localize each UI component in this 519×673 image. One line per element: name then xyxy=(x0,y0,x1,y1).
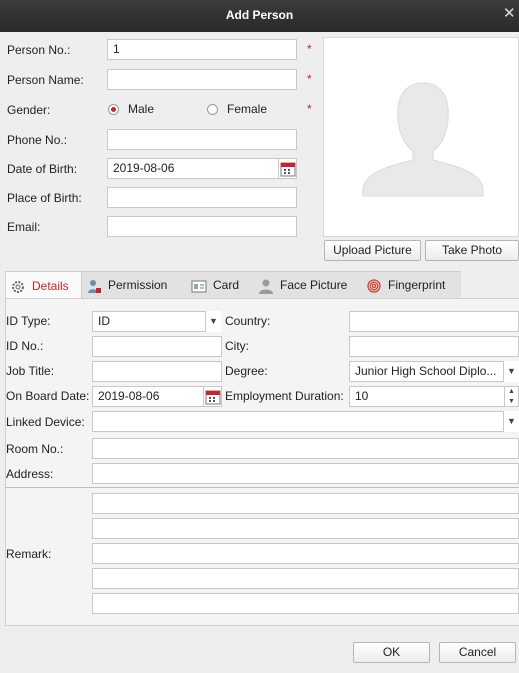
phone-input[interactable] xyxy=(107,129,297,150)
tab-label: Card xyxy=(213,278,240,292)
remark-line-5[interactable] xyxy=(92,593,519,614)
window-title: Add Person xyxy=(225,8,294,22)
gender-female-label[interactable]: Female xyxy=(227,102,267,116)
required-mark: * xyxy=(307,42,312,56)
photo-preview xyxy=(323,37,519,237)
required-mark: * xyxy=(307,72,312,86)
address-label: Address: xyxy=(6,467,54,481)
city-input[interactable] xyxy=(349,336,519,357)
remark-label: Remark: xyxy=(6,547,52,561)
pob-input[interactable] xyxy=(107,187,297,208)
person-silhouette-icon xyxy=(362,82,484,197)
person-no-label: Person No.: xyxy=(7,43,71,57)
linked-device-label: Linked Device: xyxy=(6,415,85,429)
gender-male-radio[interactable] xyxy=(108,104,119,115)
pob-label: Place of Birth: xyxy=(7,191,82,205)
country-label: Country: xyxy=(225,314,271,328)
person-no-input[interactable]: 1 xyxy=(107,39,297,60)
remark-line-1[interactable] xyxy=(92,493,519,514)
on-board-date-input[interactable]: 2019-08-06 xyxy=(92,386,204,407)
degree-select[interactable]: Junior High School Diplo... xyxy=(349,361,505,382)
required-mark: * xyxy=(307,102,312,116)
tab-permission[interactable]: Permission xyxy=(86,271,186,299)
tab-details[interactable]: Details xyxy=(5,271,82,299)
tab-face-picture[interactable]: Face Picture xyxy=(258,271,358,299)
gender-label: Gender: xyxy=(7,103,51,117)
card-icon xyxy=(191,280,207,293)
degree-label: Degree: xyxy=(225,364,268,378)
remark-line-4[interactable] xyxy=(92,568,519,589)
cancel-button[interactable]: Cancel xyxy=(439,642,516,663)
address-input[interactable] xyxy=(92,463,519,484)
gear-icon xyxy=(12,280,24,293)
dob-input[interactable]: 2019-08-06 xyxy=(107,158,279,179)
email-label: Email: xyxy=(7,220,41,234)
on-board-date-label: On Board Date: xyxy=(6,389,90,403)
calendar-icon xyxy=(280,162,296,177)
linked-device-select[interactable] xyxy=(92,411,505,432)
divider xyxy=(5,487,519,488)
country-input[interactable] xyxy=(349,311,519,332)
id-type-select[interactable]: ID xyxy=(92,311,206,332)
spin-up-icon[interactable]: ▲ xyxy=(505,387,518,397)
title-bar: Add Person ✕ xyxy=(0,0,519,32)
job-title-label: Job Title: xyxy=(6,364,55,378)
person-name-label: Person Name: xyxy=(7,73,84,87)
employment-duration-input[interactable]: 10 xyxy=(349,386,505,407)
tab-card[interactable]: Card xyxy=(191,271,253,299)
dob-calendar-button[interactable] xyxy=(279,158,297,179)
tab-label: Details xyxy=(32,279,69,293)
on-board-calendar-button[interactable] xyxy=(204,386,222,407)
ok-button[interactable]: OK xyxy=(353,642,430,663)
take-photo-button[interactable]: Take Photo xyxy=(425,240,519,261)
id-no-input[interactable] xyxy=(92,336,222,357)
tab-label: Fingerprint xyxy=(388,278,446,292)
id-type-label: ID Type: xyxy=(6,314,51,328)
chevron-down-icon[interactable]: ▼ xyxy=(205,311,221,332)
remark-line-3[interactable] xyxy=(92,543,519,564)
close-icon[interactable]: ✕ xyxy=(503,6,519,22)
person-name-input[interactable] xyxy=(107,69,297,90)
employment-duration-label: Employment Duration: xyxy=(225,389,344,403)
job-title-input[interactable] xyxy=(92,361,222,382)
phone-label: Phone No.: xyxy=(7,133,68,147)
fingerprint-icon xyxy=(367,279,381,293)
tab-label: Face Picture xyxy=(280,278,348,292)
gender-female-radio[interactable] xyxy=(207,104,218,115)
tab-label: Permission xyxy=(108,278,168,292)
dob-label: Date of Birth: xyxy=(7,162,78,176)
city-label: City: xyxy=(225,339,249,353)
remark-line-2[interactable] xyxy=(92,518,519,539)
id-no-label: ID No.: xyxy=(6,339,44,353)
chevron-down-icon[interactable]: ▼ xyxy=(503,361,519,382)
spin-down-icon[interactable]: ▼ xyxy=(505,397,518,407)
upload-picture-button[interactable]: Upload Picture xyxy=(324,240,421,261)
chevron-down-icon[interactable]: ▼ xyxy=(503,411,519,432)
user-lock-icon xyxy=(88,279,101,293)
email-input[interactable] xyxy=(107,216,297,237)
room-no-label: Room No.: xyxy=(6,442,64,456)
tab-fingerprint[interactable]: Fingerprint xyxy=(366,271,460,299)
gender-male-label[interactable]: Male xyxy=(128,102,154,116)
face-icon xyxy=(259,279,273,294)
duration-spinner[interactable]: ▲ ▼ xyxy=(505,386,519,407)
room-no-input[interactable] xyxy=(92,438,519,459)
calendar-icon xyxy=(205,390,221,405)
